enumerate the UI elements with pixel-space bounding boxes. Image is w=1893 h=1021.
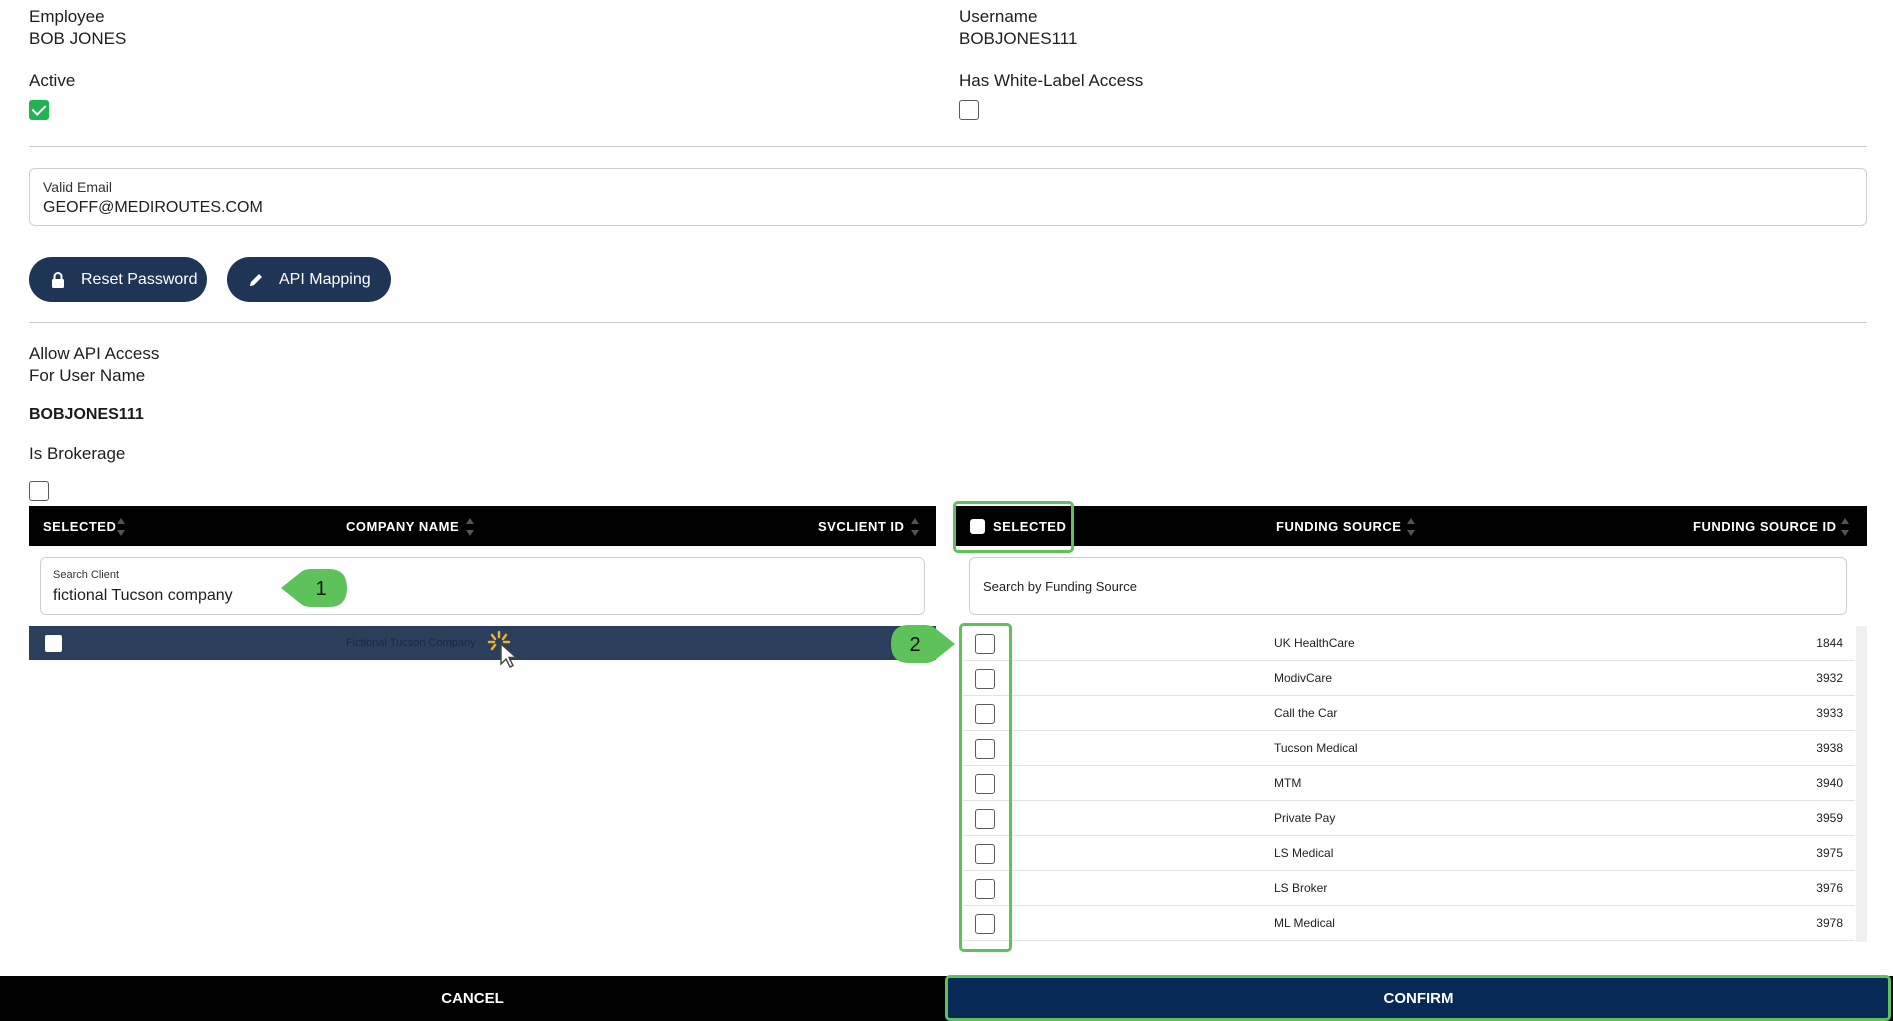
- table-row[interactable]: Call the Car 3933: [963, 696, 1855, 731]
- table-row[interactable]: UK HealthCare 1844: [963, 626, 1855, 661]
- funding-source-name: LS Medical: [1274, 846, 1334, 860]
- sort-icon[interactable]: [911, 518, 919, 536]
- funding-source-id: 3959: [1816, 811, 1843, 825]
- callout-1: 1: [281, 569, 347, 607]
- reset-password-button[interactable]: Reset Password: [29, 257, 207, 302]
- header-funding-source-id[interactable]: FUNDING SOURCE ID: [1693, 519, 1837, 534]
- active-checkbox[interactable]: [29, 100, 49, 120]
- employee-value: BOB JONES: [29, 29, 127, 48]
- search-client-input[interactable]: Search Client fictional Tucson company: [40, 557, 925, 615]
- table-row[interactable]: MTM 3940: [963, 766, 1855, 801]
- funding-source-name: ML Medical: [1274, 916, 1335, 930]
- header-company-name[interactable]: COMPANY NAME: [346, 519, 459, 534]
- sort-icon[interactable]: [1407, 518, 1415, 536]
- highlight-box: [945, 975, 1891, 1021]
- funding-source-name: ModivCare: [1274, 671, 1333, 685]
- funding-source-name: Tucson Medical: [1274, 741, 1358, 755]
- reset-password-label: Reset Password: [81, 270, 198, 288]
- funding-source-id: 3975: [1816, 846, 1843, 860]
- funding-source-id: 3932: [1816, 671, 1843, 685]
- search-funding-source-placeholder: Search by Funding Source: [983, 579, 1137, 594]
- divider: [29, 322, 1867, 323]
- funding-source-name: MTM: [1274, 776, 1302, 790]
- funding-source-name: Call the Car: [1274, 706, 1338, 720]
- api-mapping-button[interactable]: API Mapping: [227, 257, 391, 302]
- funding-source-id: 3976: [1816, 881, 1843, 895]
- scrollbar[interactable]: [1856, 626, 1867, 942]
- table-row[interactable]: ModivCare 3932: [963, 661, 1855, 696]
- api-access-title: Allow API Access: [29, 344, 160, 363]
- funding-source-name: UK HealthCare: [1274, 636, 1355, 650]
- white-label-label: Has White-Label Access: [959, 71, 1144, 90]
- employee-label: Employee: [29, 7, 105, 26]
- funding-source-id: 3978: [1816, 916, 1843, 930]
- lock-icon: [52, 271, 64, 288]
- table-row[interactable]: ML Medical 3978: [963, 906, 1855, 941]
- sort-icon[interactable]: [117, 518, 125, 536]
- header-svclient-id[interactable]: SVCLIENT ID: [818, 519, 904, 534]
- funding-source-id: 3940: [1816, 776, 1843, 790]
- table-row[interactable]: Private Pay 3959: [963, 801, 1855, 836]
- header-selected[interactable]: SELECTED: [43, 519, 116, 534]
- username-value: BOBJONES111: [959, 29, 1078, 48]
- company-name-cell: Fictional Tucson Company: [346, 637, 476, 649]
- username-label: Username: [959, 7, 1038, 26]
- active-label: Active: [29, 71, 76, 90]
- cancel-button[interactable]: CANCEL: [0, 976, 945, 1021]
- table-row[interactable]: Fictional Tucson Company: [29, 626, 936, 668]
- white-label-checkbox[interactable]: [959, 100, 979, 120]
- callout-2-number: 2: [909, 634, 920, 656]
- brokerage-label: Is Brokerage: [29, 444, 126, 463]
- pencil-icon: [250, 273, 262, 286]
- loading-cursor-icon: [487, 630, 518, 668]
- table-row[interactable]: LS Medical 3975: [963, 836, 1855, 871]
- funding-source-name: LS Broker: [1274, 881, 1328, 895]
- search-client-label: Search Client: [53, 569, 120, 581]
- email-field-value: GEOFF@MEDIROUTES.COM: [43, 199, 263, 216]
- funding-source-id: 1844: [1816, 636, 1843, 650]
- callout-2: 2: [891, 625, 955, 663]
- api-access-subtitle: For User Name: [29, 366, 146, 385]
- search-funding-source-input[interactable]: Search by Funding Source: [969, 557, 1847, 615]
- table-row[interactable]: LS Broker 3976: [963, 871, 1855, 906]
- header-funding-source[interactable]: FUNDING SOURCE: [1276, 519, 1401, 534]
- divider: [29, 146, 1867, 147]
- brokerage-checkbox[interactable]: [29, 481, 49, 501]
- search-client-value: fictional Tucson company: [53, 587, 233, 604]
- api-username: BOBJONES111: [29, 406, 144, 423]
- api-mapping-label: API Mapping: [279, 270, 371, 288]
- funding-source-name: Private Pay: [1274, 811, 1336, 825]
- email-field-label: Valid Email: [43, 179, 112, 195]
- funding-source-id: 3938: [1816, 741, 1843, 755]
- highlight-box: [953, 501, 1074, 553]
- row-checkbox[interactable]: [44, 634, 63, 653]
- funding-table-header: SELECTED FUNDING SOURCE FUNDING SOURCE I…: [953, 506, 1867, 546]
- client-table-header: SELECTED COMPANY NAME SVCLIENT ID: [29, 506, 936, 546]
- highlight-box: [959, 623, 1012, 952]
- sort-icon[interactable]: [466, 518, 474, 536]
- callout-1-number: 1: [315, 578, 326, 600]
- sort-icon[interactable]: [1841, 518, 1849, 536]
- table-row[interactable]: Tucson Medical 3938: [963, 731, 1855, 766]
- funding-source-id: 3933: [1816, 706, 1843, 720]
- email-field[interactable]: Valid Email GEOFF@MEDIROUTES.COM: [29, 168, 1867, 226]
